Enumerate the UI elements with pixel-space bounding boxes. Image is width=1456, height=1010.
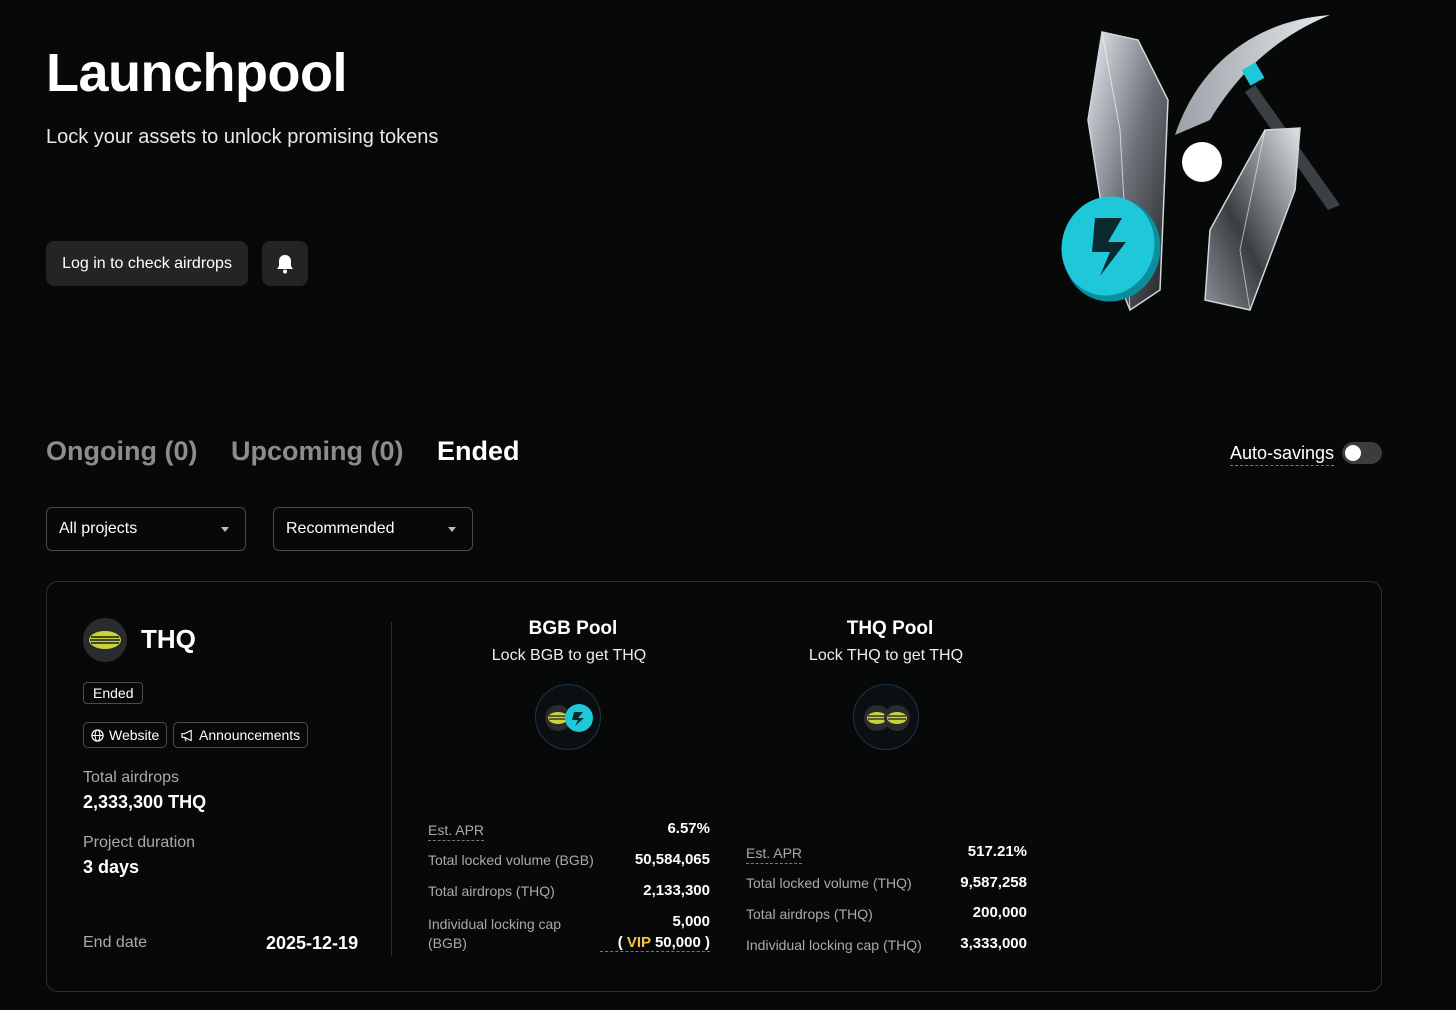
bgb-vip-cap[interactable]: ( VIP 50,000 ) bbox=[600, 934, 710, 952]
project-filter-select[interactable]: All projects bbox=[46, 507, 246, 551]
bgb-apr-value: 6.57% bbox=[667, 820, 710, 837]
status-badge: Ended bbox=[83, 682, 144, 704]
thq-pool-subtitle: Lock THQ to get THQ bbox=[808, 647, 964, 664]
project-duration-value: 3 days bbox=[83, 857, 140, 877]
bgb-cap-label: Individual locking cap (BGB) bbox=[428, 915, 561, 953]
bgb-cap-label-line2: (BGB) bbox=[428, 935, 467, 951]
toggle-knob bbox=[1345, 445, 1361, 461]
vip-open: ( bbox=[617, 934, 627, 951]
thq-pool-title: THQ Pool bbox=[846, 618, 934, 639]
sort-select[interactable]: Recommended bbox=[273, 507, 473, 551]
website-link-label: Website bbox=[109, 727, 160, 743]
thq-cap-value: 3,333,000 bbox=[960, 935, 1027, 952]
thq-thq-pair-icon bbox=[853, 684, 919, 750]
project-card bbox=[46, 581, 1382, 992]
megaphone-icon bbox=[181, 729, 192, 741]
thq-apr-label: Est. APR bbox=[746, 844, 803, 864]
hero-crystal-pickaxe-illustration bbox=[1061, 15, 1340, 312]
login-check-airdrops-button[interactable]: Log in to check airdrops bbox=[46, 241, 248, 286]
announcements-link-label: Announcements bbox=[199, 727, 301, 743]
card-divider bbox=[391, 622, 392, 956]
bgb-cap-label-line1: Individual locking cap bbox=[428, 916, 562, 932]
total-airdrops-label: Total airdrops bbox=[83, 769, 180, 786]
auto-savings-label: Auto-savings bbox=[1230, 443, 1335, 466]
thq-airdrops-value: 200,000 bbox=[972, 904, 1027, 921]
bgb-locked-value: 50,584,065 bbox=[634, 851, 710, 868]
thq-airdrops-label: Total airdrops (THQ) bbox=[746, 906, 873, 922]
tab-upcoming[interactable]: Upcoming (0) bbox=[231, 436, 404, 467]
bgb-airdrops-label: Total airdrops (THQ) bbox=[428, 883, 555, 899]
auto-savings-toggle[interactable] bbox=[1342, 442, 1382, 464]
vip-cap-value: 50,000 ) bbox=[650, 934, 710, 951]
notification-button[interactable] bbox=[262, 241, 308, 286]
total-airdrops-value: 2,333,300 THQ bbox=[83, 792, 207, 812]
page-title: Launchpool bbox=[46, 43, 347, 103]
thq-cap-label: Individual locking cap (THQ) bbox=[746, 937, 922, 953]
sort-value: Recommended bbox=[286, 520, 395, 537]
end-date-label: End date bbox=[83, 934, 148, 951]
page-subtitle: Lock your assets to unlock promising tok… bbox=[46, 126, 439, 148]
caret-down-icon bbox=[448, 526, 456, 532]
thq-token-icon bbox=[83, 618, 127, 662]
project-name: THQ bbox=[141, 624, 196, 654]
bgb-cap-value: 5,000 bbox=[672, 913, 710, 930]
vip-label: VIP bbox=[626, 934, 651, 951]
project-duration-label: Project duration bbox=[83, 834, 196, 851]
thq-locked-value: 9,587,258 bbox=[960, 874, 1027, 891]
bgb-pool-subtitle: Lock BGB to get THQ bbox=[491, 647, 647, 664]
bgb-airdrops-value: 2,133,300 bbox=[643, 882, 710, 899]
bgb-apr-label: Est. APR bbox=[428, 821, 485, 841]
tab-ongoing[interactable]: Ongoing (0) bbox=[46, 436, 197, 467]
end-date-value: 2025-12-19 bbox=[266, 933, 359, 953]
project-filter-value: All projects bbox=[59, 520, 138, 537]
globe-icon bbox=[91, 728, 104, 742]
thq-apr-value: 517.21% bbox=[967, 843, 1027, 860]
bgb-pool-title: BGB Pool bbox=[528, 618, 618, 639]
caret-down-icon bbox=[221, 526, 229, 532]
announcements-link[interactable]: Announcements bbox=[173, 722, 309, 748]
launchpool-page: Launchpool Lock your assets to unlock pr… bbox=[0, 0, 1456, 1010]
bgb-thq-pair-icon bbox=[535, 684, 601, 750]
website-link[interactable]: Website bbox=[83, 722, 168, 748]
thq-locked-label: Total locked volume (THQ) bbox=[746, 875, 912, 891]
bell-icon bbox=[277, 254, 293, 273]
tab-ended[interactable]: Ended bbox=[437, 436, 520, 467]
bgb-locked-label: Total locked volume (BGB) bbox=[428, 852, 594, 868]
